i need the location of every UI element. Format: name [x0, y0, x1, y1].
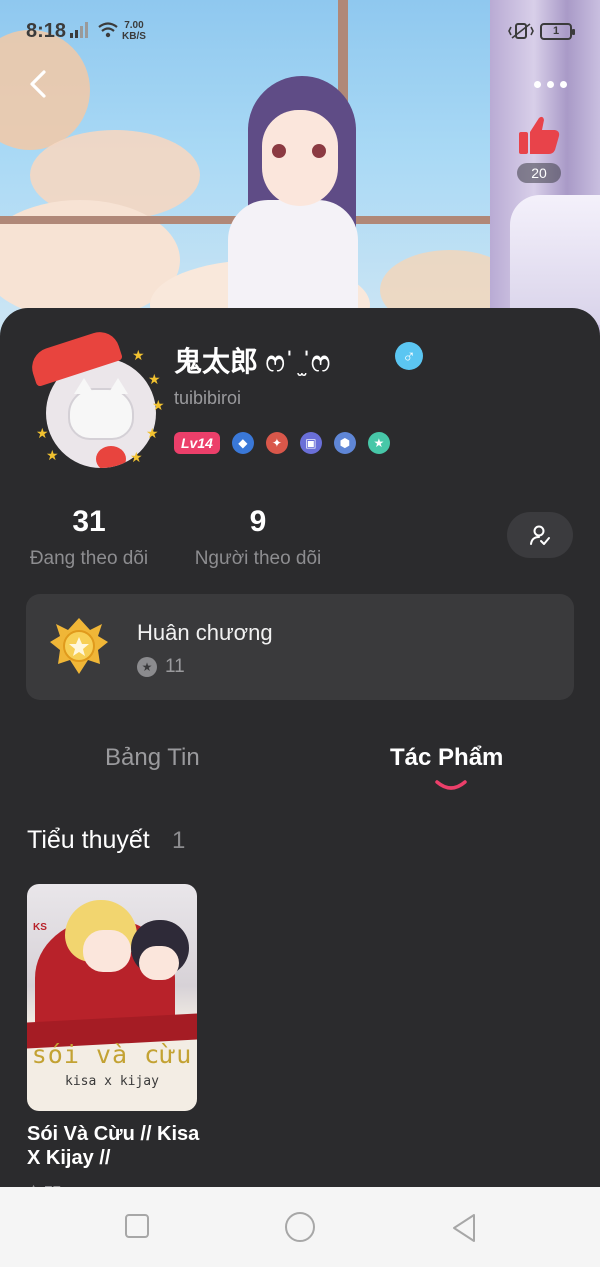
- recents-button[interactable]: [124, 1213, 150, 1239]
- wings-badge-icon[interactable]: ✦: [265, 432, 288, 454]
- gold-medal-icon: [50, 618, 108, 674]
- thumbs-up-icon: [519, 116, 560, 154]
- profile-nickname: 鬼太郎 ෆˈ ̫ˈෆ: [174, 346, 331, 377]
- star-icon: ★: [152, 397, 165, 413]
- square-icon: [125, 1214, 149, 1238]
- cover-title: sói và cừu: [31, 1040, 193, 1069]
- book-cover[interactable]: KS sói và cừu kisa x kijay: [27, 884, 197, 1111]
- more-dot: [547, 80, 554, 88]
- profile-badges: Lv14 ◆ ✦ ▣ ⬢ ★: [174, 431, 390, 455]
- system-nav-bar: [0, 1187, 600, 1267]
- network-speed-value: 7.00: [124, 20, 144, 31]
- user-check-icon: [530, 525, 550, 545]
- active-tab-indicator: [435, 780, 467, 790]
- back-button[interactable]: [22, 66, 56, 102]
- character-face: [262, 110, 338, 206]
- battery-indicator: 1: [540, 23, 575, 40]
- book-title[interactable]: Sói Và Cừu // Kisa X Kijay //: [27, 1122, 207, 1170]
- follow-status-button[interactable]: [507, 512, 573, 558]
- following-label: Đang theo dõi: [29, 548, 149, 569]
- like-count: 20: [517, 163, 561, 183]
- level-badge[interactable]: Lv14: [174, 432, 220, 454]
- more-dot: [560, 80, 567, 88]
- cover-tag: KS: [33, 922, 47, 933]
- status-bar: 8:18 7.00 KB/S 1: [0, 0, 600, 62]
- novels-section-title: Tiểu thuyết: [27, 826, 150, 854]
- network-speed-unit: KB/S: [122, 31, 146, 42]
- cover-subtitle: kisa x kijay: [65, 1074, 159, 1089]
- profile-username: tuibibiroi: [174, 388, 242, 408]
- following-count: 31: [72, 505, 106, 538]
- system-back-button[interactable]: [450, 1213, 478, 1243]
- status-time: 8:18: [26, 20, 67, 42]
- signal-bars-icon: [70, 22, 88, 38]
- book-badge-icon[interactable]: ▣: [299, 432, 322, 454]
- medals-panel[interactable]: Huân chương ★ 11: [26, 594, 574, 700]
- wifi-icon: [98, 22, 118, 38]
- star-icon: ★: [146, 425, 159, 441]
- star-icon: ★: [46, 447, 59, 463]
- home-button[interactable]: [284, 1211, 316, 1243]
- star-icon: ★: [36, 425, 49, 441]
- star-badge-icon[interactable]: ★: [367, 432, 390, 454]
- cover-face: [83, 930, 131, 972]
- cat-illustration: [68, 378, 134, 440]
- triangle-back-icon: [453, 1214, 475, 1242]
- star-icon: ★: [132, 347, 145, 363]
- medals-title: Huân chương: [137, 620, 273, 645]
- star-circle-icon: ★: [137, 657, 157, 677]
- network-speed: 7.00 KB/S: [122, 20, 146, 42]
- tab-news-feed[interactable]: Bảng Tin: [105, 744, 200, 772]
- circle-icon: [285, 1212, 315, 1242]
- chevron-left-icon: [30, 70, 46, 98]
- diamond-badge-icon[interactable]: ◆: [231, 432, 254, 454]
- like-button[interactable]: [515, 112, 563, 160]
- more-dot: [534, 80, 541, 88]
- medals-count-row: ★ 11: [137, 656, 185, 678]
- medals-count: 11: [165, 656, 185, 677]
- following-stat[interactable]: 31 Đang theo dõi: [26, 506, 152, 570]
- followers-label: Người theo dõi: [194, 548, 322, 569]
- novels-section-count: 1: [172, 827, 186, 854]
- followers-stat[interactable]: 9 Người theo dõi: [190, 506, 326, 570]
- star-icon: ★: [148, 371, 161, 387]
- star-icon: ★: [130, 449, 143, 465]
- tab-works[interactable]: Tác Phẩm: [390, 744, 503, 772]
- shield-badge-icon[interactable]: ⬢: [333, 432, 356, 454]
- followers-count: 9: [249, 505, 267, 538]
- more-options-button[interactable]: [534, 76, 574, 92]
- vibrate-icon: [508, 23, 534, 39]
- avatar[interactable]: ★ ★ ★ ★ ★ ★ ★: [26, 326, 166, 476]
- male-gender-icon: ♂: [395, 342, 423, 370]
- cover-face: [139, 946, 179, 980]
